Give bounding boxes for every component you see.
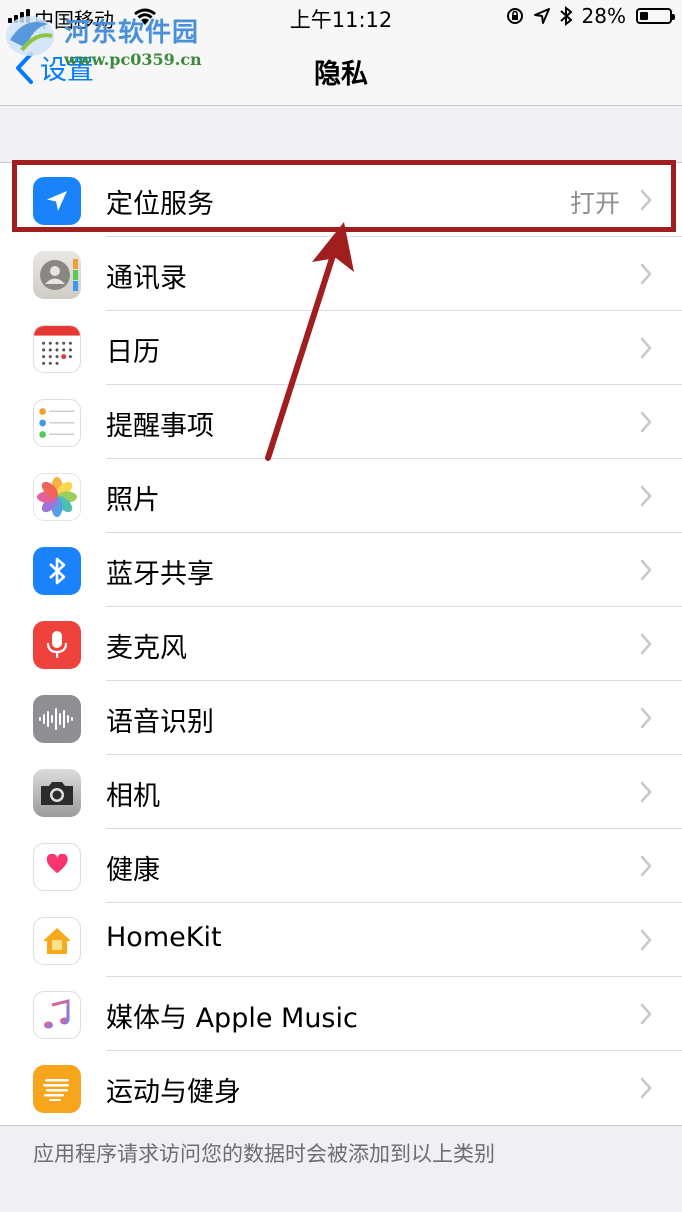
row-label: 语音识别 bbox=[106, 707, 214, 738]
chevron-right-icon bbox=[640, 189, 652, 211]
microphone-icon bbox=[33, 621, 81, 669]
chevron-right-icon bbox=[640, 485, 652, 507]
row-label: 健康 bbox=[106, 855, 160, 886]
watermark: 河东软件园 www.pc0359.cn bbox=[0, 6, 220, 70]
photos-icon bbox=[33, 473, 81, 521]
bluetooth-icon bbox=[33, 547, 81, 595]
location-services-icon bbox=[533, 8, 550, 24]
reminders-icon bbox=[33, 399, 81, 447]
privacy-list: 定位服务 打开 通讯录 日历 提醒事项 照片 蓝牙共享 麦克风 语音识别 相机 … bbox=[0, 162, 682, 1126]
list-item-reminders[interactable]: 提醒事项 bbox=[0, 385, 682, 459]
list-item-camera[interactable]: 相机 bbox=[0, 755, 682, 829]
chevron-right-icon bbox=[640, 855, 652, 877]
row-label: HomeKit bbox=[106, 922, 222, 953]
camera-icon bbox=[33, 769, 81, 817]
health-icon bbox=[33, 843, 81, 891]
battery-icon bbox=[636, 8, 675, 24]
location-arrow-icon bbox=[33, 177, 81, 225]
row-label: 日历 bbox=[106, 337, 160, 368]
list-item-health[interactable]: 健康 bbox=[0, 829, 682, 903]
music-icon bbox=[33, 991, 81, 1039]
chevron-right-icon bbox=[640, 263, 652, 285]
chevron-right-icon bbox=[640, 781, 652, 803]
row-label: 麦克风 bbox=[106, 633, 187, 664]
list-item-speech-recognition[interactable]: 语音识别 bbox=[0, 681, 682, 755]
contacts-icon bbox=[33, 251, 81, 299]
watermark-logo-icon bbox=[6, 16, 54, 56]
speech-recognition-icon bbox=[33, 695, 81, 743]
footer-note: 应用程序请求访问您的数据时会被添加到以上类别 bbox=[33, 1142, 495, 1166]
bluetooth-status-icon bbox=[559, 6, 572, 26]
list-item-motion-fitness[interactable]: 运动与健身 bbox=[0, 1051, 682, 1125]
orientation-lock-icon bbox=[506, 8, 523, 24]
list-item-calendar[interactable]: 日历 bbox=[0, 311, 682, 385]
watermark-url: www.pc0359.cn bbox=[64, 50, 202, 69]
list-item-bluetooth-sharing[interactable]: 蓝牙共享 bbox=[0, 533, 682, 607]
motion-fitness-icon bbox=[33, 1065, 81, 1113]
list-item-homekit[interactable]: HomeKit bbox=[0, 903, 682, 977]
status-right: 28% bbox=[506, 4, 675, 28]
chevron-right-icon bbox=[640, 633, 652, 655]
list-item-photos[interactable]: 照片 bbox=[0, 459, 682, 533]
watermark-title: 河东软件园 bbox=[64, 18, 200, 48]
row-label: 定位服务 bbox=[106, 189, 214, 220]
row-label: 通讯录 bbox=[106, 263, 187, 294]
row-label: 运动与健身 bbox=[106, 1077, 241, 1108]
row-label: 提醒事项 bbox=[106, 411, 214, 442]
row-label: 媒体与 Apple Music bbox=[106, 1003, 358, 1034]
row-value: 打开 bbox=[569, 189, 620, 218]
chevron-right-icon bbox=[640, 559, 652, 581]
row-label: 相机 bbox=[106, 781, 160, 812]
homekit-icon bbox=[33, 917, 81, 965]
list-item-microphone[interactable]: 麦克风 bbox=[0, 607, 682, 681]
calendar-icon bbox=[33, 325, 81, 373]
battery-percent: 28% bbox=[581, 4, 626, 28]
chevron-right-icon bbox=[640, 337, 652, 359]
list-item-apple-music[interactable]: 媒体与 Apple Music bbox=[0, 977, 682, 1051]
battery-level bbox=[640, 12, 648, 20]
list-item-location-services[interactable]: 定位服务 打开 bbox=[0, 163, 682, 237]
chevron-right-icon bbox=[640, 1003, 652, 1025]
chevron-right-icon bbox=[640, 411, 652, 433]
chevron-right-icon bbox=[640, 1077, 652, 1099]
row-label: 照片 bbox=[106, 485, 160, 516]
row-label: 蓝牙共享 bbox=[106, 559, 214, 590]
chevron-right-icon bbox=[640, 707, 652, 729]
chevron-right-icon bbox=[640, 929, 652, 951]
list-item-contacts[interactable]: 通讯录 bbox=[0, 237, 682, 311]
